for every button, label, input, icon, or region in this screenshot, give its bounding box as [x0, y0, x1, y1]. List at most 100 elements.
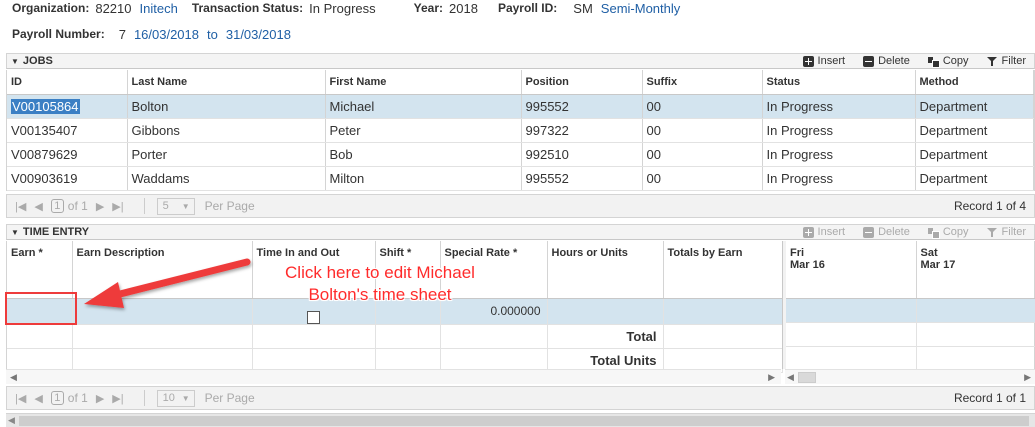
scroll-right-icon[interactable]: ▶ [1024, 372, 1031, 383]
cell-suffix[interactable]: 00 [642, 142, 763, 167]
cell-method[interactable]: Department [915, 142, 1034, 167]
scroll-thumb[interactable] [18, 415, 1029, 426]
table-row[interactable] [786, 298, 1035, 323]
cell-id[interactable]: V00903619 [7, 166, 128, 191]
next-page-icon[interactable]: ▶ [96, 200, 104, 213]
page-number-input[interactable]: 1 [50, 391, 64, 405]
per-page-label: Per Page [204, 391, 255, 405]
table-row[interactable]: V00135407 Gibbons Peter 997322 00 In Pro… [7, 118, 1034, 143]
col-header-position[interactable]: Position [521, 70, 643, 95]
col-header-hours-units[interactable]: Hours or Units [547, 241, 664, 299]
day-hours-cell[interactable] [786, 298, 917, 323]
col-header-day-sat[interactable]: Sat Mar 17 [916, 241, 1035, 299]
col-header-status[interactable]: Status [762, 70, 916, 95]
cell-method[interactable]: Department [915, 118, 1034, 143]
cell-suffix[interactable]: 00 [642, 118, 763, 143]
prev-page-icon[interactable]: ◀ [34, 392, 42, 405]
time-entry-delete-button[interactable]: Delete [863, 226, 910, 238]
cell-status[interactable]: In Progress [762, 142, 916, 167]
cell-last-name[interactable]: Bolton [127, 94, 326, 119]
col-header-method[interactable]: Method [915, 70, 1034, 95]
jobs-section-toggle[interactable]: ▼ JOBS [7, 55, 53, 67]
payroll-id-code: SM [573, 0, 593, 16]
time-entry-copy-button[interactable]: Copy [927, 226, 969, 239]
last-page-icon[interactable]: ▶| [112, 200, 123, 213]
payroll-date-to[interactable]: 31/03/2018 [226, 27, 291, 42]
scroll-right-icon[interactable]: ▶ [768, 372, 775, 383]
earn-description-cell[interactable] [72, 298, 253, 325]
jobs-insert-button[interactable]: Insert [802, 55, 845, 67]
totals-by-earn-cell [663, 298, 783, 325]
total-units-row [786, 346, 1035, 371]
payroll-id-name-link[interactable]: Semi-Monthly [601, 1, 680, 16]
page-horizontal-scrollbar[interactable]: ◀ [6, 413, 1035, 427]
table-row[interactable]: V00105864 Bolton Michael 995552 00 In Pr… [7, 94, 1034, 119]
plus-icon [802, 226, 814, 238]
cell-position[interactable]: 997322 [521, 118, 643, 143]
cell-last-name[interactable]: Gibbons [127, 118, 326, 143]
minus-icon [863, 226, 875, 238]
page-number-input[interactable]: 1 [50, 199, 64, 213]
last-page-icon[interactable]: ▶| [112, 392, 123, 405]
per-page-label: Per Page [204, 199, 255, 213]
cell-id[interactable]: V00879629 [7, 142, 128, 167]
time-in-out-checkbox[interactable] [307, 310, 320, 324]
col-header-earn-description[interactable]: Earn Description [72, 241, 253, 299]
col-header-id[interactable]: ID [7, 70, 128, 95]
cell-method[interactable]: Department [915, 94, 1034, 119]
time-entry-left-scrollbar[interactable]: ◀ ▶ [6, 369, 781, 384]
time-entry-section-toggle[interactable]: ▼ TIME ENTRY [7, 226, 89, 238]
cell-position[interactable]: 995552 [521, 94, 643, 119]
scroll-left-icon[interactable]: ◀ [787, 372, 794, 383]
minus-icon [863, 55, 875, 67]
day-hours-cell[interactable] [916, 298, 1035, 323]
cell-position[interactable]: 992510 [521, 142, 643, 167]
scroll-left-icon[interactable]: ◀ [10, 372, 17, 383]
cell-first-name[interactable]: Michael [325, 94, 522, 119]
jobs-copy-button[interactable]: Copy [927, 55, 969, 68]
scroll-thumb[interactable] [797, 371, 816, 383]
per-page-select[interactable]: 10 ▼ [156, 389, 195, 407]
cell-status[interactable]: In Progress [762, 118, 916, 143]
cell-id[interactable]: V00105864 [7, 94, 128, 119]
copy-label: Copy [942, 55, 969, 67]
cell-id[interactable]: V00135407 [7, 118, 128, 143]
col-header-earn[interactable]: Earn * [7, 241, 73, 299]
col-header-first-name[interactable]: First Name [325, 70, 522, 95]
table-row[interactable]: V00903619 Waddams Milton 995552 00 In Pr… [7, 166, 1034, 191]
organization-name-link[interactable]: Initech [140, 1, 178, 16]
jobs-delete-button[interactable]: Delete [863, 55, 910, 67]
annotation-line-2: Bolton's time sheet [308, 285, 452, 304]
cell-position[interactable]: 995552 [521, 166, 643, 191]
cell-first-name[interactable]: Peter [325, 118, 522, 143]
next-page-icon[interactable]: ▶ [96, 392, 104, 405]
col-header-last-name[interactable]: Last Name [127, 70, 326, 95]
per-page-select[interactable]: 5 ▼ [156, 197, 195, 215]
cell-status[interactable]: In Progress [762, 94, 916, 119]
scroll-left-icon[interactable]: ◀ [8, 415, 15, 426]
hours-units-cell[interactable] [547, 298, 664, 325]
prev-page-icon[interactable]: ◀ [34, 200, 42, 213]
first-page-icon[interactable]: |◀ [15, 200, 26, 213]
payroll-date-from[interactable]: 16/03/2018 [134, 27, 199, 42]
time-entry-insert-button[interactable]: Insert [802, 226, 845, 238]
cell-status[interactable]: In Progress [762, 166, 916, 191]
cell-first-name[interactable]: Milton [325, 166, 522, 191]
cell-suffix[interactable]: 00 [642, 94, 763, 119]
cell-method[interactable]: Department [915, 166, 1034, 191]
time-entry-right-scrollbar[interactable]: ◀ ▶ [785, 369, 1035, 384]
first-page-icon[interactable]: |◀ [15, 392, 26, 405]
col-header-totals-by-earn[interactable]: Totals by Earn [663, 241, 783, 299]
year-value: 2018 [449, 0, 478, 16]
cell-last-name[interactable]: Waddams [127, 166, 326, 191]
col-header-day-fri[interactable]: Fri Mar 16 [786, 241, 917, 299]
cell-first-name[interactable]: Bob [325, 142, 522, 167]
time-entry-filter-button[interactable]: Filter [986, 226, 1026, 238]
table-row[interactable]: V00879629 Porter Bob 992510 00 In Progre… [7, 142, 1034, 167]
filter-label: Filter [1001, 55, 1026, 67]
jobs-filter-button[interactable]: Filter [986, 55, 1026, 67]
cell-suffix[interactable]: 00 [642, 166, 763, 191]
cell-last-name[interactable]: Porter [127, 142, 326, 167]
col-header-suffix[interactable]: Suffix [642, 70, 763, 95]
record-count: Record 1 of 4 [953, 199, 1026, 213]
